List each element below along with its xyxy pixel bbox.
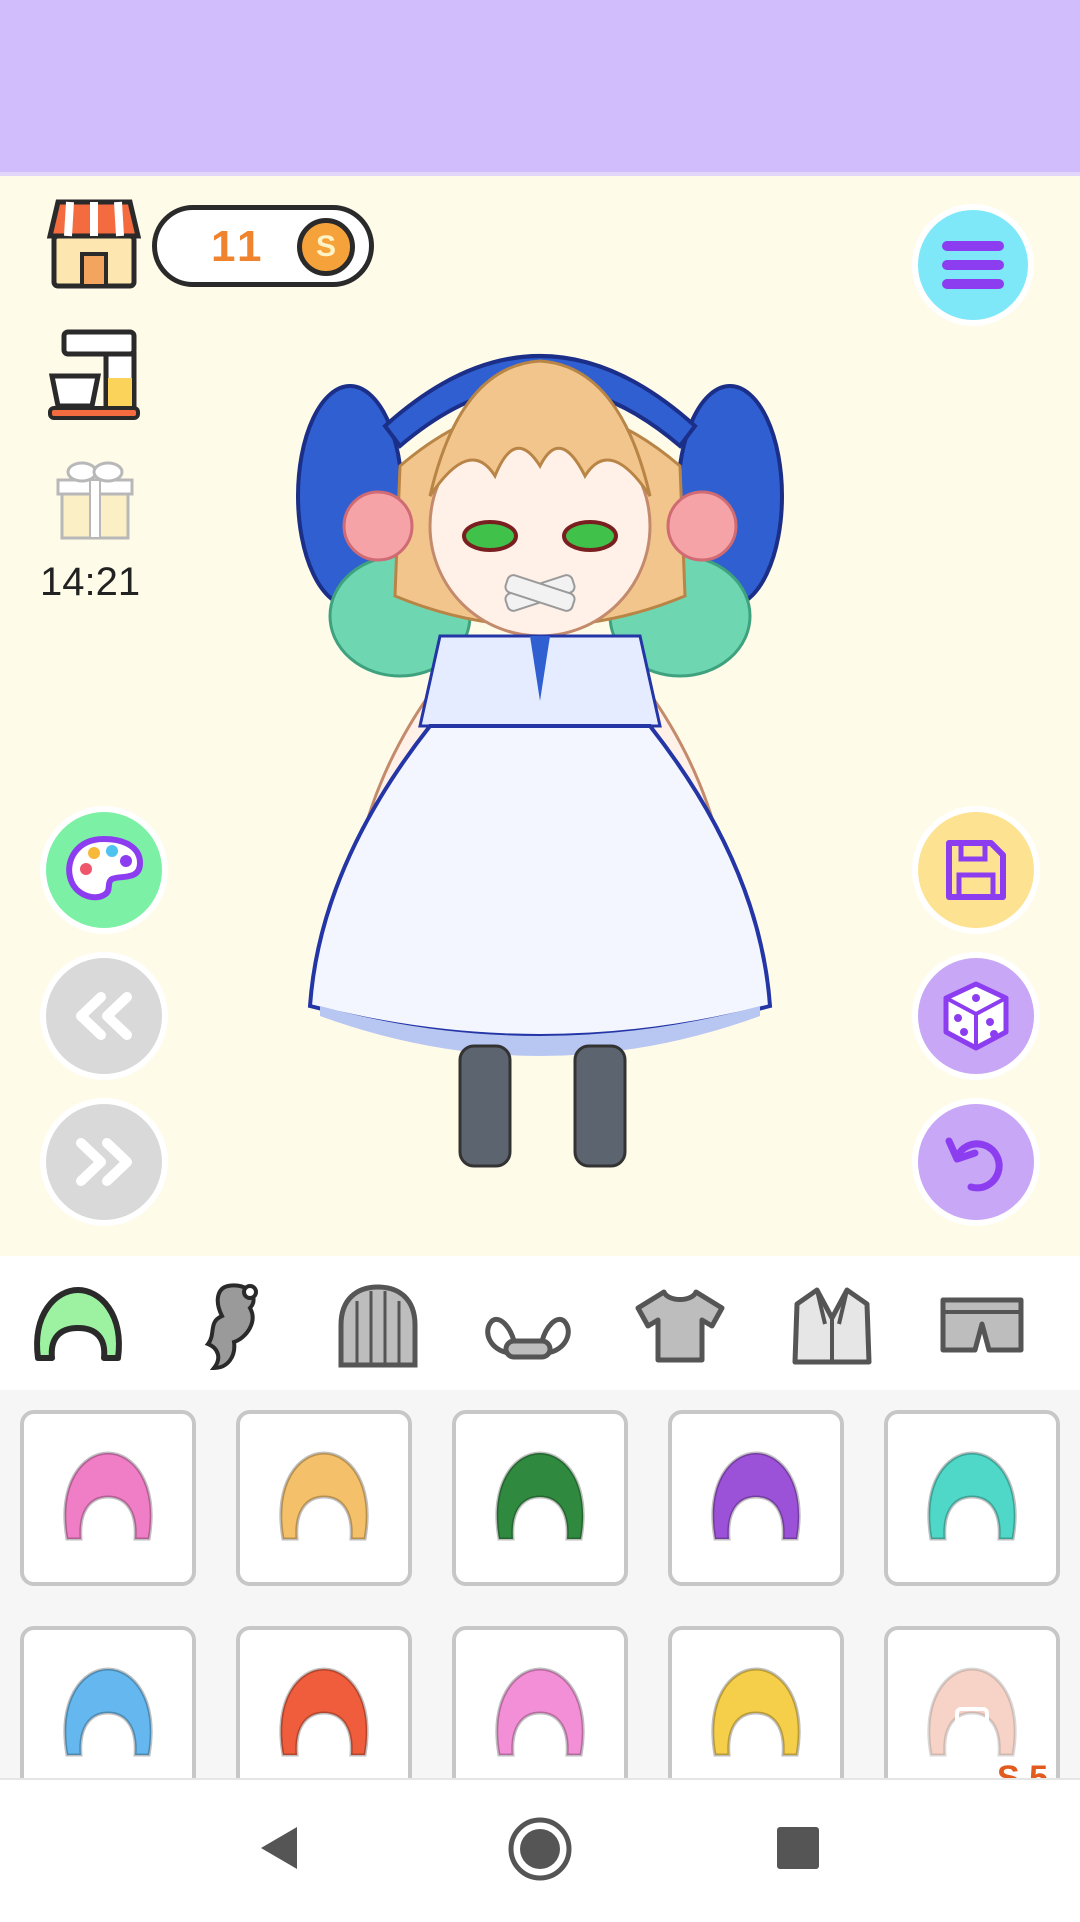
coffee-machine-icon [48, 329, 140, 420]
hair-item[interactable] [452, 1410, 628, 1586]
hair-thumbnail [927, 1451, 1017, 1541]
gift-button[interactable] [50, 456, 140, 546]
hair-thumbnail [711, 1451, 801, 1541]
hair-item[interactable] [452, 1626, 628, 1778]
nav-recents[interactable] [772, 1822, 824, 1874]
hair-thumbnail [495, 1451, 585, 1541]
hat-icon [338, 1284, 418, 1368]
tab-ears[interactable] [478, 1276, 578, 1376]
ponytail-icon [204, 1283, 258, 1371]
hair-thumbnail [927, 1667, 1017, 1757]
forward-button[interactable] [46, 1104, 162, 1220]
hair-icon [34, 1287, 122, 1361]
hair-item[interactable] [236, 1410, 412, 1586]
hair-item[interactable] [668, 1626, 844, 1778]
ad-banner [0, 0, 1080, 176]
hair-item[interactable] [236, 1626, 412, 1778]
palette-icon [66, 835, 144, 901]
hair-thumbnail [63, 1667, 153, 1757]
tab-hair[interactable] [28, 1276, 128, 1376]
bunny-ears-icon [485, 1317, 571, 1360]
character-avatar [296, 354, 784, 1168]
hair-item[interactable] [20, 1410, 196, 1586]
random-button[interactable] [918, 958, 1034, 1074]
nav-back[interactable] [250, 1818, 310, 1878]
character-stage [0, 176, 1080, 1256]
tab-ponytail[interactable] [178, 1276, 278, 1376]
undo-button[interactable] [918, 1104, 1034, 1220]
hair-thumbnail [279, 1667, 369, 1757]
menu-button[interactable] [918, 210, 1028, 320]
nav-home[interactable] [505, 1814, 575, 1884]
save-icon [946, 840, 1006, 900]
item-price: S 5 [996, 1759, 1048, 1778]
tab-hat[interactable] [328, 1276, 428, 1376]
fast-forward-icon [76, 1138, 132, 1186]
palette-button[interactable] [46, 812, 162, 928]
hair-thumbnail [63, 1451, 153, 1541]
hair-item[interactable] [668, 1410, 844, 1586]
recents-icon [777, 1827, 819, 1869]
coin-count: 11 [211, 222, 266, 271]
gift-icon [56, 461, 134, 540]
dice-icon [943, 981, 1009, 1051]
coffee-machine-button[interactable] [44, 324, 144, 424]
gift-timer: 14:21 [40, 560, 141, 604]
rewind-icon [76, 992, 132, 1040]
back-icon [261, 1827, 297, 1869]
hair-thumbnail [711, 1667, 801, 1757]
hair-item[interactable] [884, 1410, 1060, 1586]
coin-symbol: S [315, 230, 336, 263]
menu-icon [942, 241, 1004, 289]
locked-hair-item[interactable]: S 5 [884, 1626, 1060, 1778]
hair-item[interactable] [20, 1626, 196, 1778]
undo-icon [945, 1137, 1003, 1192]
shorts-icon [940, 1297, 1024, 1353]
rewind-button[interactable] [46, 958, 162, 1074]
save-button[interactable] [918, 812, 1034, 928]
shop-icon [46, 199, 142, 289]
coin-balance: 11 S [152, 205, 374, 287]
jacket-icon [792, 1287, 872, 1365]
shop-button[interactable] [44, 194, 144, 294]
tab-tops[interactable] [630, 1276, 730, 1376]
item-grid: S 5 [0, 1390, 1080, 1778]
hair-thumbnail [279, 1451, 369, 1541]
tshirt-icon [635, 1289, 725, 1363]
hair-thumbnail [495, 1667, 585, 1757]
coin-icon: S [297, 218, 355, 276]
tab-jackets[interactable] [782, 1276, 882, 1376]
tab-bottoms[interactable] [932, 1276, 1032, 1376]
home-icon [508, 1817, 572, 1881]
